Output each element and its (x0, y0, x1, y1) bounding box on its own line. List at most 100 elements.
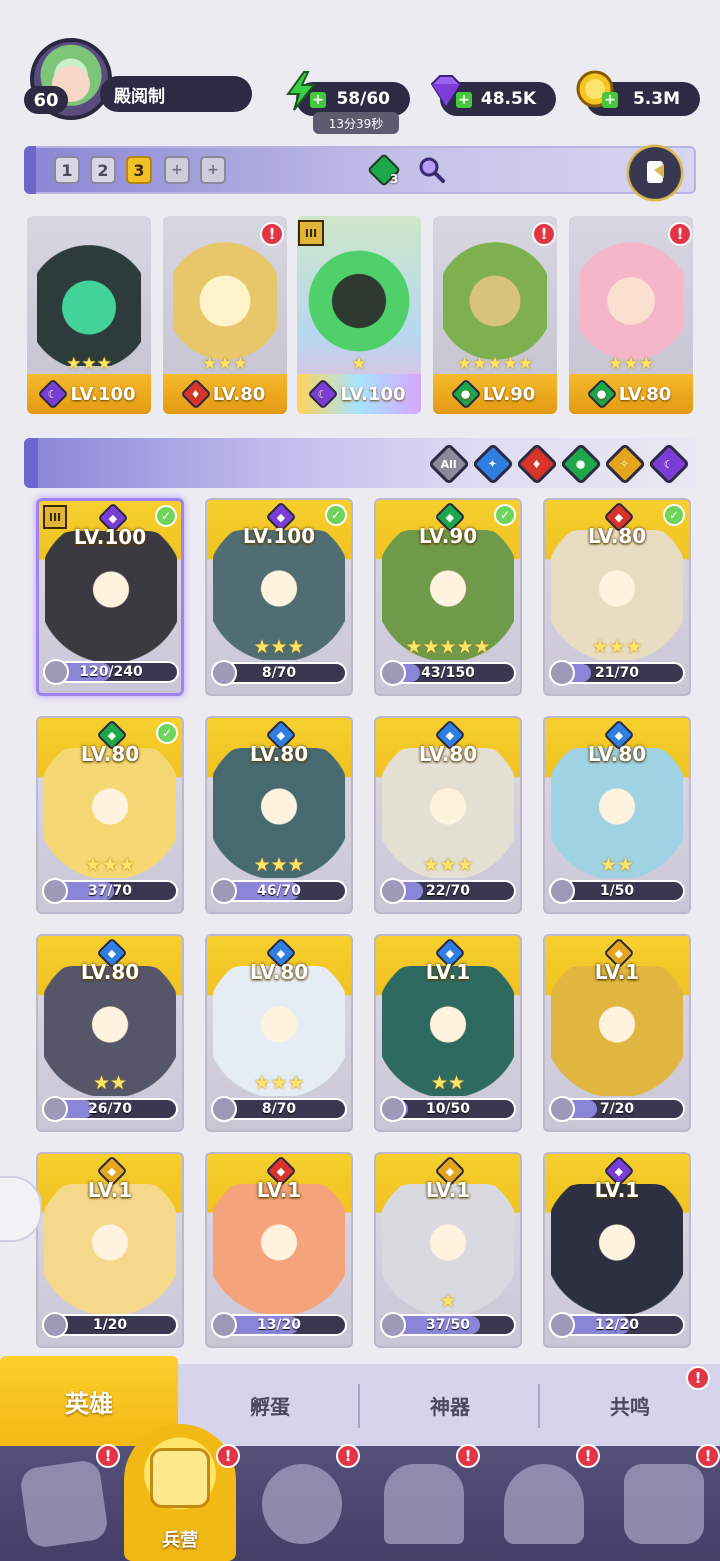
shard-progress-bar: 10/50 (380, 1096, 516, 1122)
leaf-element-icon: ● (586, 378, 618, 410)
filter-bar-accent (24, 438, 38, 488)
lineup-level: ● LV.80 (569, 374, 693, 414)
add-gems-button[interactable]: + (456, 92, 472, 108)
hero-portrait (213, 1184, 345, 1314)
hero-card[interactable]: ◆ LV.80 ★★★ 46/70 (205, 716, 353, 914)
star-rating: ★★★★★ (405, 636, 491, 658)
hero-card[interactable]: ◆ ✓ LV.80 ★★★ 37/70 (36, 716, 184, 914)
tier-badge: III (298, 220, 324, 246)
filter-all-label: All (440, 457, 458, 471)
in-team-check-icon: ✓ (663, 504, 685, 526)
team-slot-add-2[interactable]: + (200, 156, 226, 184)
shard-icon (42, 878, 68, 904)
hero-portrait (551, 966, 683, 1096)
hero-card[interactable]: ◆ ✓ LV.90 ★★★★★ 43/150 (374, 498, 522, 696)
hero-level: LV.80 (587, 524, 647, 548)
hero-card[interactable]: ◆ LV.80 ★★★ 22/70 (374, 716, 522, 914)
star-rating: ★★★ (66, 354, 112, 374)
star-rating: ★ (439, 1290, 457, 1312)
team-slot-2[interactable]: 2 (90, 156, 116, 184)
team-bar (24, 146, 696, 194)
alert-badge: ! (696, 1444, 720, 1468)
shard-progress-bar: 7/20 (549, 1096, 685, 1122)
star-rating: ★★ (599, 854, 635, 876)
team-slot-3[interactable]: 3 (126, 156, 152, 184)
star-rating: ★★★ (253, 636, 305, 658)
star-rating: ★★★ (253, 1072, 305, 1094)
shard-icon (380, 1096, 406, 1122)
shard-progress-bar: 8/70 (211, 660, 347, 686)
hero-card[interactable]: ◆ LV.80 ★★ 1/50 (543, 716, 691, 914)
add-gold-button[interactable]: + (602, 92, 618, 108)
lineup-level-text: LV.100 (340, 383, 406, 405)
add-stamina-button[interactable]: + (310, 92, 326, 108)
hero-card[interactable]: ◆ LV.1 12/20 (543, 1152, 691, 1348)
hero-card[interactable]: ◆ LV.80 ★★★ 8/70 (205, 934, 353, 1132)
hero-card[interactable]: ◆ III ✓ LV.100 120/240 (36, 498, 184, 696)
hero-card[interactable]: ◆ LV.1 ★★ 10/50 (374, 934, 522, 1132)
in-team-check-icon: ✓ (155, 505, 177, 527)
hero-level: LV.80 (249, 960, 309, 984)
star-rating: ★★★ (253, 854, 305, 876)
hero-level: LV.1 (87, 1178, 133, 1202)
star-rating: ★★★ (84, 854, 136, 876)
shard-progress-bar: 37/70 (42, 878, 178, 904)
lineup-slot-5[interactable]: ★★★ ● LV.80 (569, 216, 693, 414)
magnifier-icon[interactable] (418, 156, 446, 184)
hero-portrait (443, 236, 547, 366)
alert-badge: ! (576, 1444, 600, 1468)
swap-icon (647, 161, 664, 183)
nav-barracks-label: 兵营 (162, 1530, 198, 1551)
castle-icon[interactable] (384, 1464, 464, 1544)
shard-icon (549, 878, 575, 904)
cards-icon[interactable] (18, 1458, 110, 1550)
shard-progress-bar: 13/20 (211, 1312, 347, 1338)
hero-portrait (579, 236, 683, 366)
star-rating: ★★★ (422, 854, 474, 876)
shard-icon (380, 660, 406, 686)
star-rating: ★ (351, 354, 367, 374)
shard-icon (42, 1096, 68, 1122)
guild-banner-icon[interactable] (624, 1464, 704, 1544)
player-name[interactable]: 殿阅制 (100, 76, 252, 112)
team-slot-add-1[interactable]: + (164, 156, 190, 184)
lineup-slot-1[interactable]: ★★★ ☾ LV.100 (27, 216, 151, 414)
hero-level: LV.1 (256, 1178, 302, 1202)
shard-icon (43, 659, 69, 685)
hero-card[interactable]: ◆ ✓ LV.80 ★★★ 21/70 (543, 498, 691, 696)
hero-card[interactable]: ◆ ✓ LV.100 ★★★ 8/70 (205, 498, 353, 696)
moon-element-icon: ☾ (307, 378, 340, 410)
hero-level: LV.90 (418, 524, 478, 548)
hero-level: LV.80 (80, 742, 140, 766)
hero-level: LV.1 (425, 1178, 471, 1202)
hero-card[interactable]: ◆ LV.1 13/20 (205, 1152, 353, 1348)
hero-card[interactable]: ◆ LV.1 ★ 37/50 (374, 1152, 522, 1348)
hero-card[interactable]: ◆ LV.80 ★★ 26/70 (36, 934, 184, 1132)
alert-badge: ! (668, 222, 692, 246)
hero-portrait (44, 1184, 176, 1314)
hero-level: LV.80 (587, 742, 647, 766)
map-icon[interactable] (262, 1464, 342, 1544)
hero-card[interactable]: ◆ LV.1 1/20 (36, 1152, 184, 1348)
star-rating: ★★★ (202, 354, 248, 374)
shard-progress-bar: 26/70 (42, 1096, 178, 1122)
lineup-level: ☾ LV.100 (27, 374, 151, 414)
team-slot-1[interactable]: 1 (54, 156, 80, 184)
shard-progress-bar: 43/150 (380, 660, 516, 686)
shard-icon (211, 878, 237, 904)
shard-icon (211, 660, 237, 686)
tab-artifacts[interactable]: 神器 (360, 1364, 540, 1446)
mushroom-house-icon[interactable] (504, 1464, 584, 1544)
hero-portrait (173, 236, 277, 366)
shard-progress-bar: 22/70 (380, 878, 516, 904)
hero-level: LV.100 (73, 525, 147, 549)
shard-icon (42, 1312, 68, 1338)
hero-level: LV.80 (249, 742, 309, 766)
shard-progress-bar: 8/70 (211, 1096, 347, 1122)
hero-card[interactable]: ◆ LV.1 7/20 (543, 934, 691, 1132)
hero-level: LV.1 (594, 1178, 640, 1202)
lineup-level: ● LV.90 (433, 374, 557, 414)
shard-progress-bar: 46/70 (211, 878, 347, 904)
shard-icon (211, 1096, 237, 1122)
lineup-slot-4[interactable]: ★★★★★ ● LV.90 (433, 216, 557, 414)
